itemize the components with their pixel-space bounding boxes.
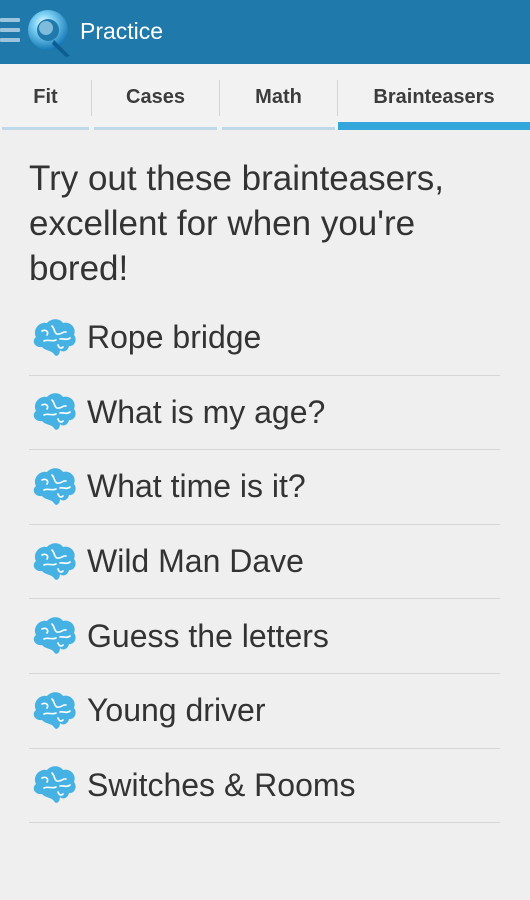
- brain-icon: [33, 542, 76, 580]
- list-item[interactable]: Rope bridge: [29, 301, 500, 376]
- list-item-label: What time is it?: [87, 468, 306, 505]
- brainteaser-list: Rope bridge What is my age? What time is…: [29, 301, 500, 824]
- list-item-label: What is my age?: [87, 393, 326, 430]
- tab-bar: Fit Cases Math Brainteasers: [0, 64, 530, 130]
- list-item[interactable]: What is my age?: [29, 376, 500, 451]
- tab-cases-label: Cases: [126, 85, 185, 108]
- brain-icon: [33, 468, 76, 505]
- app-bar: Practice: [0, 0, 530, 64]
- brain-icon: [33, 692, 76, 729]
- list-item-label: Rope bridge: [87, 319, 262, 356]
- list-item[interactable]: Switches & Rooms: [29, 749, 500, 824]
- tab-cases-indicator: [94, 127, 217, 130]
- list-item-label: Guess the letters: [87, 617, 329, 654]
- app-logo-icon[interactable]: [26, 6, 74, 58]
- list-item[interactable]: Guess the letters: [29, 599, 500, 674]
- tab-math-indicator: [222, 127, 335, 130]
- tab-brainteasers-label: Brainteasers: [373, 85, 495, 108]
- list-item-label: Young driver: [87, 692, 266, 729]
- list-item[interactable]: Young driver: [29, 674, 500, 749]
- list-item-label: Switches & Rooms: [87, 766, 356, 803]
- tab-fit-indicator: [2, 127, 89, 130]
- intro-text: Try out these brainteasers, excellent fo…: [29, 159, 445, 288]
- list-item[interactable]: What time is it?: [29, 450, 500, 525]
- tab-brainteasers[interactable]: Brainteasers: [338, 64, 530, 130]
- list-item[interactable]: Wild Man Dave: [29, 525, 500, 600]
- app-title: Practice: [80, 18, 164, 44]
- brain-icon: [33, 766, 76, 804]
- brain-icon: [33, 393, 76, 431]
- brain-icon: [33, 617, 76, 655]
- tab-math[interactable]: Math: [220, 64, 337, 130]
- tab-cases[interactable]: Cases: [92, 64, 219, 130]
- tab-fit[interactable]: Fit: [0, 64, 91, 130]
- drawer-menu-icon[interactable]: [0, 18, 20, 44]
- list-item-label: Wild Man Dave: [87, 543, 304, 580]
- tab-fit-label: Fit: [33, 85, 58, 108]
- brain-icon: [33, 319, 76, 356]
- tab-math-label: Math: [255, 85, 302, 108]
- tab-brainteasers-indicator: [338, 122, 530, 130]
